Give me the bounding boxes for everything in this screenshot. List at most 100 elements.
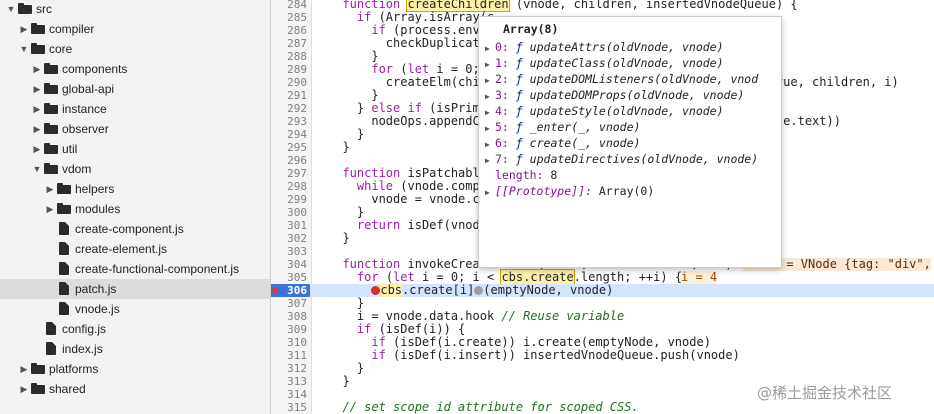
- tree-folder-core[interactable]: ▼ core: [0, 39, 270, 59]
- line-number[interactable]: 312: [271, 362, 307, 375]
- array-entry[interactable]: ▶ 7: ƒ updateDirectives(oldVnode, vnode): [485, 151, 758, 167]
- tree-file-config-js[interactable]: config.js: [0, 319, 270, 339]
- line-number[interactable]: 313: [271, 375, 307, 388]
- array-entry[interactable]: ▶ 4: ƒ updateStyle(oldVnode, vnode): [485, 103, 724, 119]
- line-number[interactable]: 309: [271, 323, 307, 336]
- line-number[interactable]: 298: [271, 180, 307, 193]
- line-number[interactable]: 291: [271, 89, 307, 102]
- tree-file-create-element-js[interactable]: create-element.js: [0, 239, 270, 259]
- line-number[interactable]: 296: [271, 154, 307, 167]
- line-number[interactable]: 286: [271, 24, 307, 37]
- tree-folder-shared[interactable]: ▶ shared: [0, 379, 270, 399]
- tree-folder-src[interactable]: ▼ src: [0, 0, 270, 19]
- line-number[interactable]: 295: [271, 141, 307, 154]
- chevron-down-icon[interactable]: ▼: [6, 0, 16, 19]
- code-line[interactable]: 312 }: [271, 362, 934, 376]
- tree-folder-util[interactable]: ▶ util: [0, 139, 270, 159]
- line-number[interactable]: 310: [271, 336, 307, 349]
- line-number[interactable]: 302: [271, 232, 307, 245]
- code-text: // set scope id attribute for scoped CSS…: [342, 400, 639, 414]
- chevron-right-icon[interactable]: ▶: [32, 79, 42, 99]
- line-number[interactable]: 284: [271, 0, 307, 11]
- line-number[interactable]: 315: [271, 401, 307, 414]
- line-number[interactable]: 294: [271, 128, 307, 141]
- prototype-key: [[Prototype]]:: [495, 184, 592, 198]
- line-number[interactable]: 308: [271, 310, 307, 323]
- code-line[interactable]: 306 cbs.create[i] (emptyNode, vnode): [271, 283, 934, 297]
- tree-file-create-functional-component-js[interactable]: create-functional-component.js: [0, 259, 270, 279]
- line-number[interactable]: 297: [271, 167, 307, 180]
- line-number[interactable]: 299: [271, 193, 307, 206]
- code-text: }: [328, 374, 350, 388]
- array-entry[interactable]: ▶ 1: ƒ updateClass(oldVnode, vnode): [485, 55, 724, 71]
- tree-folder-platforms[interactable]: ▶ platforms: [0, 359, 270, 379]
- folder-icon: [31, 383, 45, 394]
- tree-folder-helpers[interactable]: ▶ helpers: [0, 179, 270, 199]
- chevron-right-icon[interactable]: ▶: [32, 99, 42, 119]
- file-icon: [59, 222, 69, 235]
- tree-folder-vdom[interactable]: ▼ vdom: [0, 159, 270, 179]
- tree-item-label: components: [62, 62, 128, 76]
- line-number[interactable]: 301: [271, 219, 307, 232]
- line-number[interactable]: 305: [271, 271, 307, 284]
- tree-folder-modules[interactable]: ▶ modules: [0, 199, 270, 219]
- tree-item-label: patch.js: [75, 282, 117, 296]
- line-number[interactable]: 314: [271, 388, 307, 401]
- array-entry[interactable]: ▶ 5: ƒ _enter(_, vnode): [485, 119, 640, 135]
- length-value: 8: [550, 168, 558, 182]
- expand-triangle-icon[interactable]: ▶: [485, 185, 495, 201]
- line-number[interactable]: 288: [271, 50, 307, 63]
- chevron-down-icon[interactable]: ▼: [32, 159, 42, 179]
- chevron-right-icon[interactable]: ▶: [32, 139, 42, 159]
- array-entry[interactable]: ▶ 0: ƒ updateAttrs(oldVnode, vnode): [485, 39, 724, 55]
- array-prototype[interactable]: ▶ [[Prototype]]: Array(0): [485, 183, 654, 199]
- tree-file-create-component-js[interactable]: create-component.js: [0, 219, 270, 239]
- file-icon: [59, 302, 69, 315]
- line-number[interactable]: 293: [271, 115, 307, 128]
- line-number[interactable]: 300: [271, 206, 307, 219]
- entry-index: 4:: [495, 104, 509, 118]
- folder-icon: [44, 103, 58, 114]
- line-number[interactable]: 285: [271, 11, 307, 24]
- line-number[interactable]: 287: [271, 37, 307, 50]
- function-signature: updateClass(oldVnode, vnode): [529, 56, 724, 70]
- line-number[interactable]: 304: [271, 258, 307, 271]
- tree-folder-compiler[interactable]: ▶ compiler: [0, 19, 270, 39]
- chevron-right-icon[interactable]: ▶: [45, 199, 55, 219]
- tree-folder-global-api[interactable]: ▶ global-api: [0, 79, 270, 99]
- array-entry[interactable]: ▶ 3: ƒ updateDOMProps(oldVnode, vnode): [485, 87, 744, 103]
- tree-item-label: helpers: [75, 182, 115, 196]
- code-line[interactable]: 311 if (isDef(i.insert)) insertedVnodeQu…: [271, 349, 934, 363]
- tree-folder-observer[interactable]: ▶ observer: [0, 119, 270, 139]
- tree-folder-components[interactable]: ▶ components: [0, 59, 270, 79]
- line-number[interactable]: 311: [271, 349, 307, 362]
- line-number[interactable]: 289: [271, 63, 307, 76]
- function-signature: updateStyle(oldVnode, vnode): [529, 104, 724, 118]
- watermark: @稀土掘金技术社区: [757, 384, 893, 402]
- tree-file-index-js[interactable]: index.js: [0, 339, 270, 359]
- array-entry[interactable]: ▶ 6: ƒ create(_, vnode): [485, 135, 640, 151]
- chevron-right-icon[interactable]: ▶: [19, 359, 29, 379]
- line-number[interactable]: 306: [271, 284, 307, 297]
- folder-icon: [44, 143, 58, 154]
- line-number[interactable]: 307: [271, 297, 307, 310]
- chevron-right-icon[interactable]: ▶: [32, 119, 42, 139]
- tree-file-vnode-js[interactable]: vnode.js: [0, 299, 270, 319]
- chevron-down-icon[interactable]: ▼: [19, 39, 29, 59]
- chevron-right-icon[interactable]: ▶: [19, 19, 29, 39]
- chevron-right-icon[interactable]: ▶: [32, 59, 42, 79]
- line-number[interactable]: 290: [271, 76, 307, 89]
- tree-file-patch-js[interactable]: patch.js: [0, 279, 270, 299]
- line-number[interactable]: 303: [271, 245, 307, 258]
- function-signature: updateDOMListeners(oldVnode, vnod: [529, 72, 759, 86]
- line-number[interactable]: 292: [271, 102, 307, 115]
- tree-item-label: util: [62, 142, 78, 156]
- chevron-right-icon[interactable]: ▶: [45, 179, 55, 199]
- folder-icon: [57, 203, 71, 214]
- tree-item-label: config.js: [62, 322, 107, 336]
- chevron-right-icon[interactable]: ▶: [19, 379, 29, 399]
- tree-folder-instance[interactable]: ▶ instance: [0, 99, 270, 119]
- array-entry[interactable]: ▶ 2: ƒ updateDOMListeners(oldVnode, vnod: [485, 71, 758, 87]
- tree-item-label: src: [36, 2, 52, 16]
- length-key: length:: [495, 168, 544, 182]
